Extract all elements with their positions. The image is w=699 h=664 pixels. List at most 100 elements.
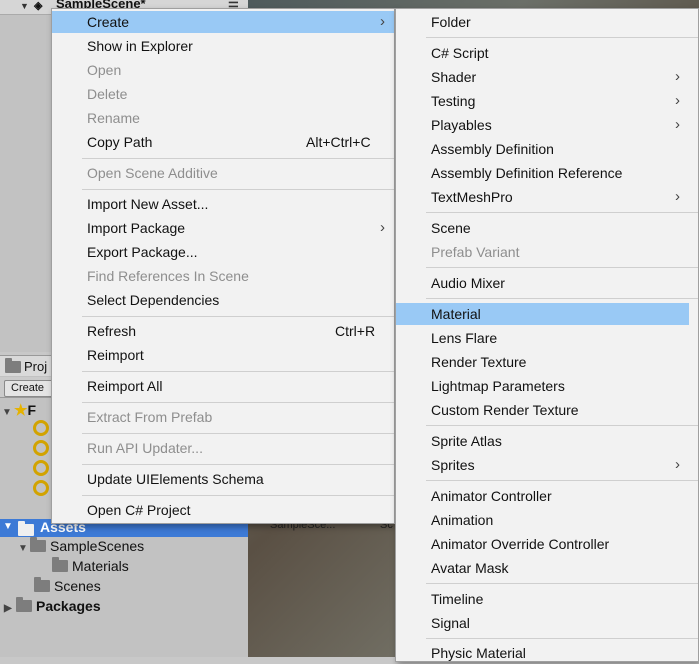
- menu-item-label: Delete: [87, 86, 128, 102]
- menu-item-open-csharp-project[interactable]: Open C# Project: [52, 499, 394, 521]
- collapse-arrow-icon[interactable]: ▼: [18, 543, 30, 554]
- submenu-item-assembly-definition[interactable]: Assembly Definition: [396, 138, 698, 160]
- menu-item-label: Open C# Project: [87, 502, 191, 518]
- folder-icon: [16, 597, 32, 612]
- menu-item-extract-from-prefab[interactable]: Extract From Prefab: [52, 406, 394, 428]
- menu-item-run-api-updater[interactable]: Run API Updater...: [52, 437, 394, 459]
- menu-item-show-in-explorer[interactable]: Show in Explorer: [52, 35, 394, 57]
- tree-item-scenes[interactable]: Scenes: [34, 577, 101, 594]
- menu-separator: [82, 371, 394, 372]
- menu-item-label: Render Texture: [431, 354, 527, 370]
- tree-item-samplescenes[interactable]: ▼ SampleScenes: [18, 537, 144, 554]
- menu-separator: [426, 480, 698, 481]
- menu-item-import-package[interactable]: Import Package ›: [52, 217, 394, 239]
- menu-item-refresh[interactable]: Refresh Ctrl+R: [52, 320, 394, 342]
- menu-item-label: Show in Explorer: [87, 38, 193, 54]
- submenu-item-playables[interactable]: Playables ›: [396, 114, 698, 136]
- submenu-item-audio-mixer[interactable]: Audio Mixer: [396, 272, 698, 294]
- collapse-arrow-icon[interactable]: ▼: [20, 0, 29, 12]
- saved-search-icon[interactable]: [33, 440, 49, 456]
- submenu-item-animator-override-controller[interactable]: Animator Override Controller: [396, 533, 698, 555]
- submenu-item-testing[interactable]: Testing ›: [396, 90, 698, 112]
- submenu-item-animation[interactable]: Animation: [396, 509, 698, 531]
- menu-item-import-new-asset[interactable]: Import New Asset...: [52, 193, 394, 215]
- menu-item-shortcut: Alt+Ctrl+C: [306, 134, 371, 150]
- submenu-item-textmeshpro[interactable]: TextMeshPro ›: [396, 186, 698, 208]
- submenu-item-sprites[interactable]: Sprites ›: [396, 454, 698, 476]
- menu-item-export-package[interactable]: Export Package...: [52, 241, 394, 263]
- submenu-item-scene[interactable]: Scene: [396, 217, 698, 239]
- menu-item-label: Copy Path: [87, 134, 153, 150]
- submenu-item-physic-material[interactable]: Physic Material: [396, 642, 698, 664]
- menu-item-label: Timeline: [431, 591, 484, 607]
- menu-separator: [426, 583, 698, 584]
- submenu-item-lens-flare[interactable]: Lens Flare: [396, 327, 698, 349]
- expand-arrow-icon[interactable]: ▶: [4, 603, 16, 614]
- menu-item-label: Prefab Variant: [431, 244, 520, 260]
- menu-item-label: Shader: [431, 69, 477, 85]
- menu-item-label: Rename: [87, 110, 140, 126]
- menu-item-label: TextMeshPro: [431, 189, 513, 205]
- menu-separator: [82, 402, 394, 403]
- menu-separator: [426, 37, 698, 38]
- submenu-item-csharp-script[interactable]: C# Script: [396, 42, 698, 64]
- menu-item-label: Lens Flare: [431, 330, 498, 346]
- menu-item-label: Audio Mixer: [431, 275, 505, 291]
- submenu-item-signal[interactable]: Signal: [396, 612, 698, 634]
- menu-item-label: Update UIElements Schema: [87, 471, 264, 487]
- favorites-row[interactable]: ▼ ★F: [2, 401, 36, 419]
- menu-item-label: Animator Controller: [431, 488, 552, 504]
- saved-search-icon[interactable]: [33, 420, 49, 436]
- menu-separator: [82, 433, 394, 434]
- menu-item-create[interactable]: Create ›: [52, 11, 394, 33]
- favorites-label: F: [27, 402, 37, 418]
- saved-search-icon[interactable]: [33, 480, 49, 496]
- menu-item-label: Physic Material: [431, 645, 526, 661]
- submenu-item-avatar-mask[interactable]: Avatar Mask: [396, 557, 698, 579]
- create-button[interactable]: Create: [4, 380, 58, 397]
- submenu-item-sprite-atlas[interactable]: Sprite Atlas: [396, 430, 698, 452]
- menu-separator: [426, 425, 698, 426]
- menu-item-label: Material: [431, 306, 481, 322]
- menu-item-open-scene-additive[interactable]: Open Scene Additive: [52, 162, 394, 184]
- tree-item-materials[interactable]: Materials: [52, 557, 129, 574]
- menu-item-reimport[interactable]: Reimport: [52, 344, 394, 366]
- menu-item-label: Assembly Definition Reference: [431, 165, 623, 181]
- submenu-item-animator-controller[interactable]: Animator Controller: [396, 485, 698, 507]
- submenu-item-material[interactable]: Material: [396, 303, 689, 325]
- menu-item-label: Find References In Scene: [87, 268, 249, 284]
- submenu-item-timeline[interactable]: Timeline: [396, 588, 698, 610]
- folder-icon: [34, 577, 50, 592]
- menu-item-label: C# Script: [431, 45, 489, 61]
- chevron-right-icon: ›: [675, 456, 680, 473]
- menu-item-open[interactable]: Open: [52, 59, 394, 81]
- saved-search-icon[interactable]: [33, 460, 49, 476]
- project-tab-label: Proj: [24, 359, 48, 374]
- submenu-item-render-texture[interactable]: Render Texture: [396, 351, 698, 373]
- menu-item-copy-path[interactable]: Copy Path Alt+Ctrl+C: [52, 131, 394, 153]
- menu-item-reimport-all[interactable]: Reimport All: [52, 375, 394, 397]
- submenu-item-assembly-definition-reference[interactable]: Assembly Definition Reference: [396, 162, 698, 184]
- tree-item-packages[interactable]: ▶ Packages: [4, 597, 101, 614]
- menu-separator: [82, 316, 394, 317]
- menu-item-label: Reimport: [87, 347, 144, 363]
- menu-item-find-references[interactable]: Find References In Scene: [52, 265, 394, 287]
- star-icon: ★: [14, 402, 28, 419]
- menu-separator: [82, 464, 394, 465]
- menu-item-select-dependencies[interactable]: Select Dependencies: [52, 289, 394, 311]
- menu-item-label: Run API Updater...: [87, 440, 203, 456]
- menu-item-delete[interactable]: Delete: [52, 83, 394, 105]
- submenu-item-folder[interactable]: Folder: [396, 11, 698, 33]
- menu-item-label: Reimport All: [87, 378, 163, 394]
- collapse-arrow-icon[interactable]: ▼: [3, 521, 13, 532]
- submenu-item-shader[interactable]: Shader ›: [396, 66, 698, 88]
- submenu-item-custom-render-texture[interactable]: Custom Render Texture: [396, 399, 698, 421]
- submenu-item-lightmap-parameters[interactable]: Lightmap Parameters: [396, 375, 698, 397]
- menu-item-update-uielements-schema[interactable]: Update UIElements Schema: [52, 468, 394, 490]
- chevron-right-icon: ›: [380, 219, 385, 236]
- unity-scene-icon: ◈: [34, 0, 43, 12]
- submenu-item-prefab-variant[interactable]: Prefab Variant: [396, 241, 698, 263]
- chevron-right-icon: ›: [675, 188, 680, 205]
- collapse-arrow-icon[interactable]: ▼: [2, 407, 14, 418]
- menu-item-rename[interactable]: Rename: [52, 107, 394, 129]
